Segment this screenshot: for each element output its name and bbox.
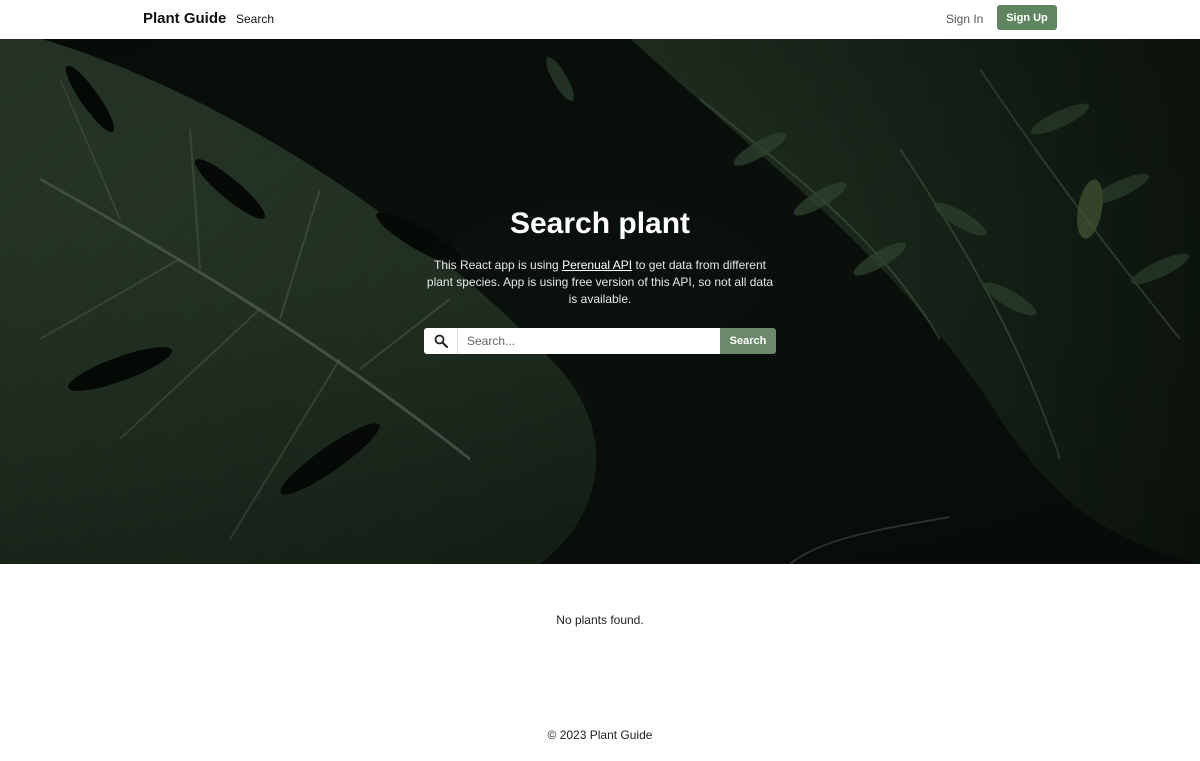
hero-section: Search plant This React app is using Per…	[0, 39, 1200, 564]
nav-link-search[interactable]: Search	[236, 12, 274, 26]
sign-up-button[interactable]: Sign Up	[997, 5, 1057, 30]
search-icon	[424, 328, 458, 354]
perenual-api-link[interactable]: Perenual API	[562, 258, 632, 272]
page-title: Search plant	[509, 207, 691, 240]
empty-results-message: No plants found.	[556, 613, 644, 627]
search-button[interactable]: Search	[720, 328, 776, 354]
footer-copyright: © 2023 Plant Guide	[547, 728, 653, 742]
brand-logo-link[interactable]: Plant Guide	[143, 10, 226, 27]
search-input[interactable]	[458, 328, 720, 354]
search-bar: Search	[424, 328, 776, 354]
hero-description-before: This React app is using	[434, 258, 563, 272]
hero-description: This React app is using Perenual API to …	[425, 257, 775, 308]
navbar: Plant Guide Search Sign In Sign Up	[0, 0, 1200, 39]
sign-in-link[interactable]: Sign In	[946, 12, 983, 26]
